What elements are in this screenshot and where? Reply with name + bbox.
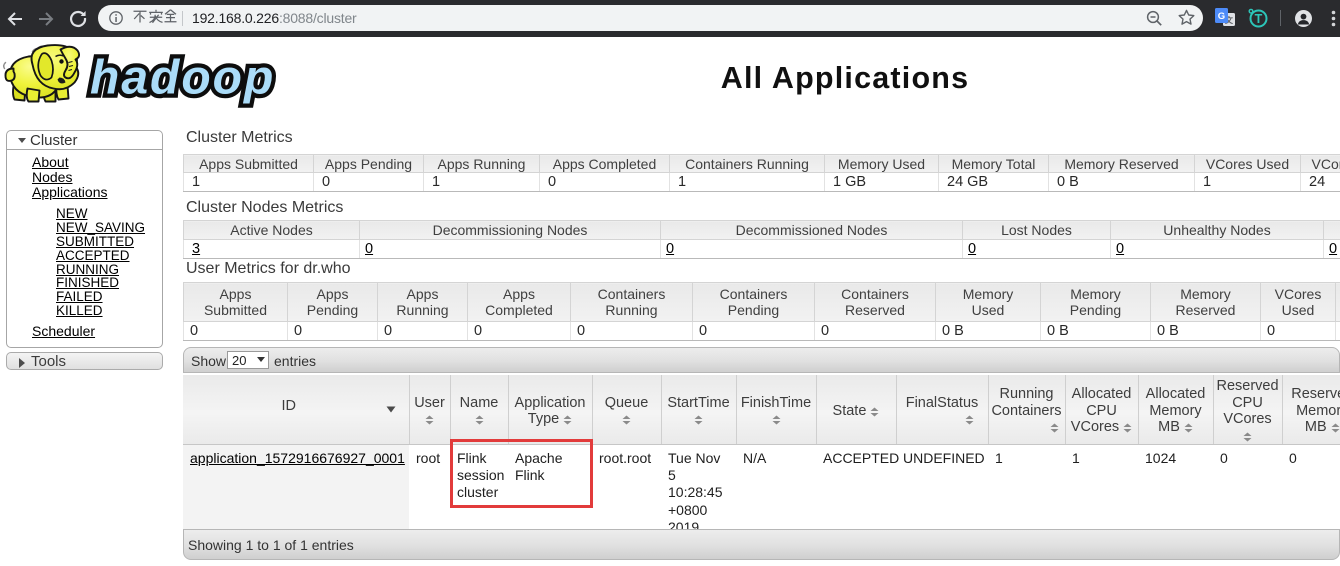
svg-text:T: T [1255, 12, 1263, 26]
svg-text:hadoop: hadoop [90, 52, 275, 105]
svg-text:G: G [1218, 11, 1225, 22]
